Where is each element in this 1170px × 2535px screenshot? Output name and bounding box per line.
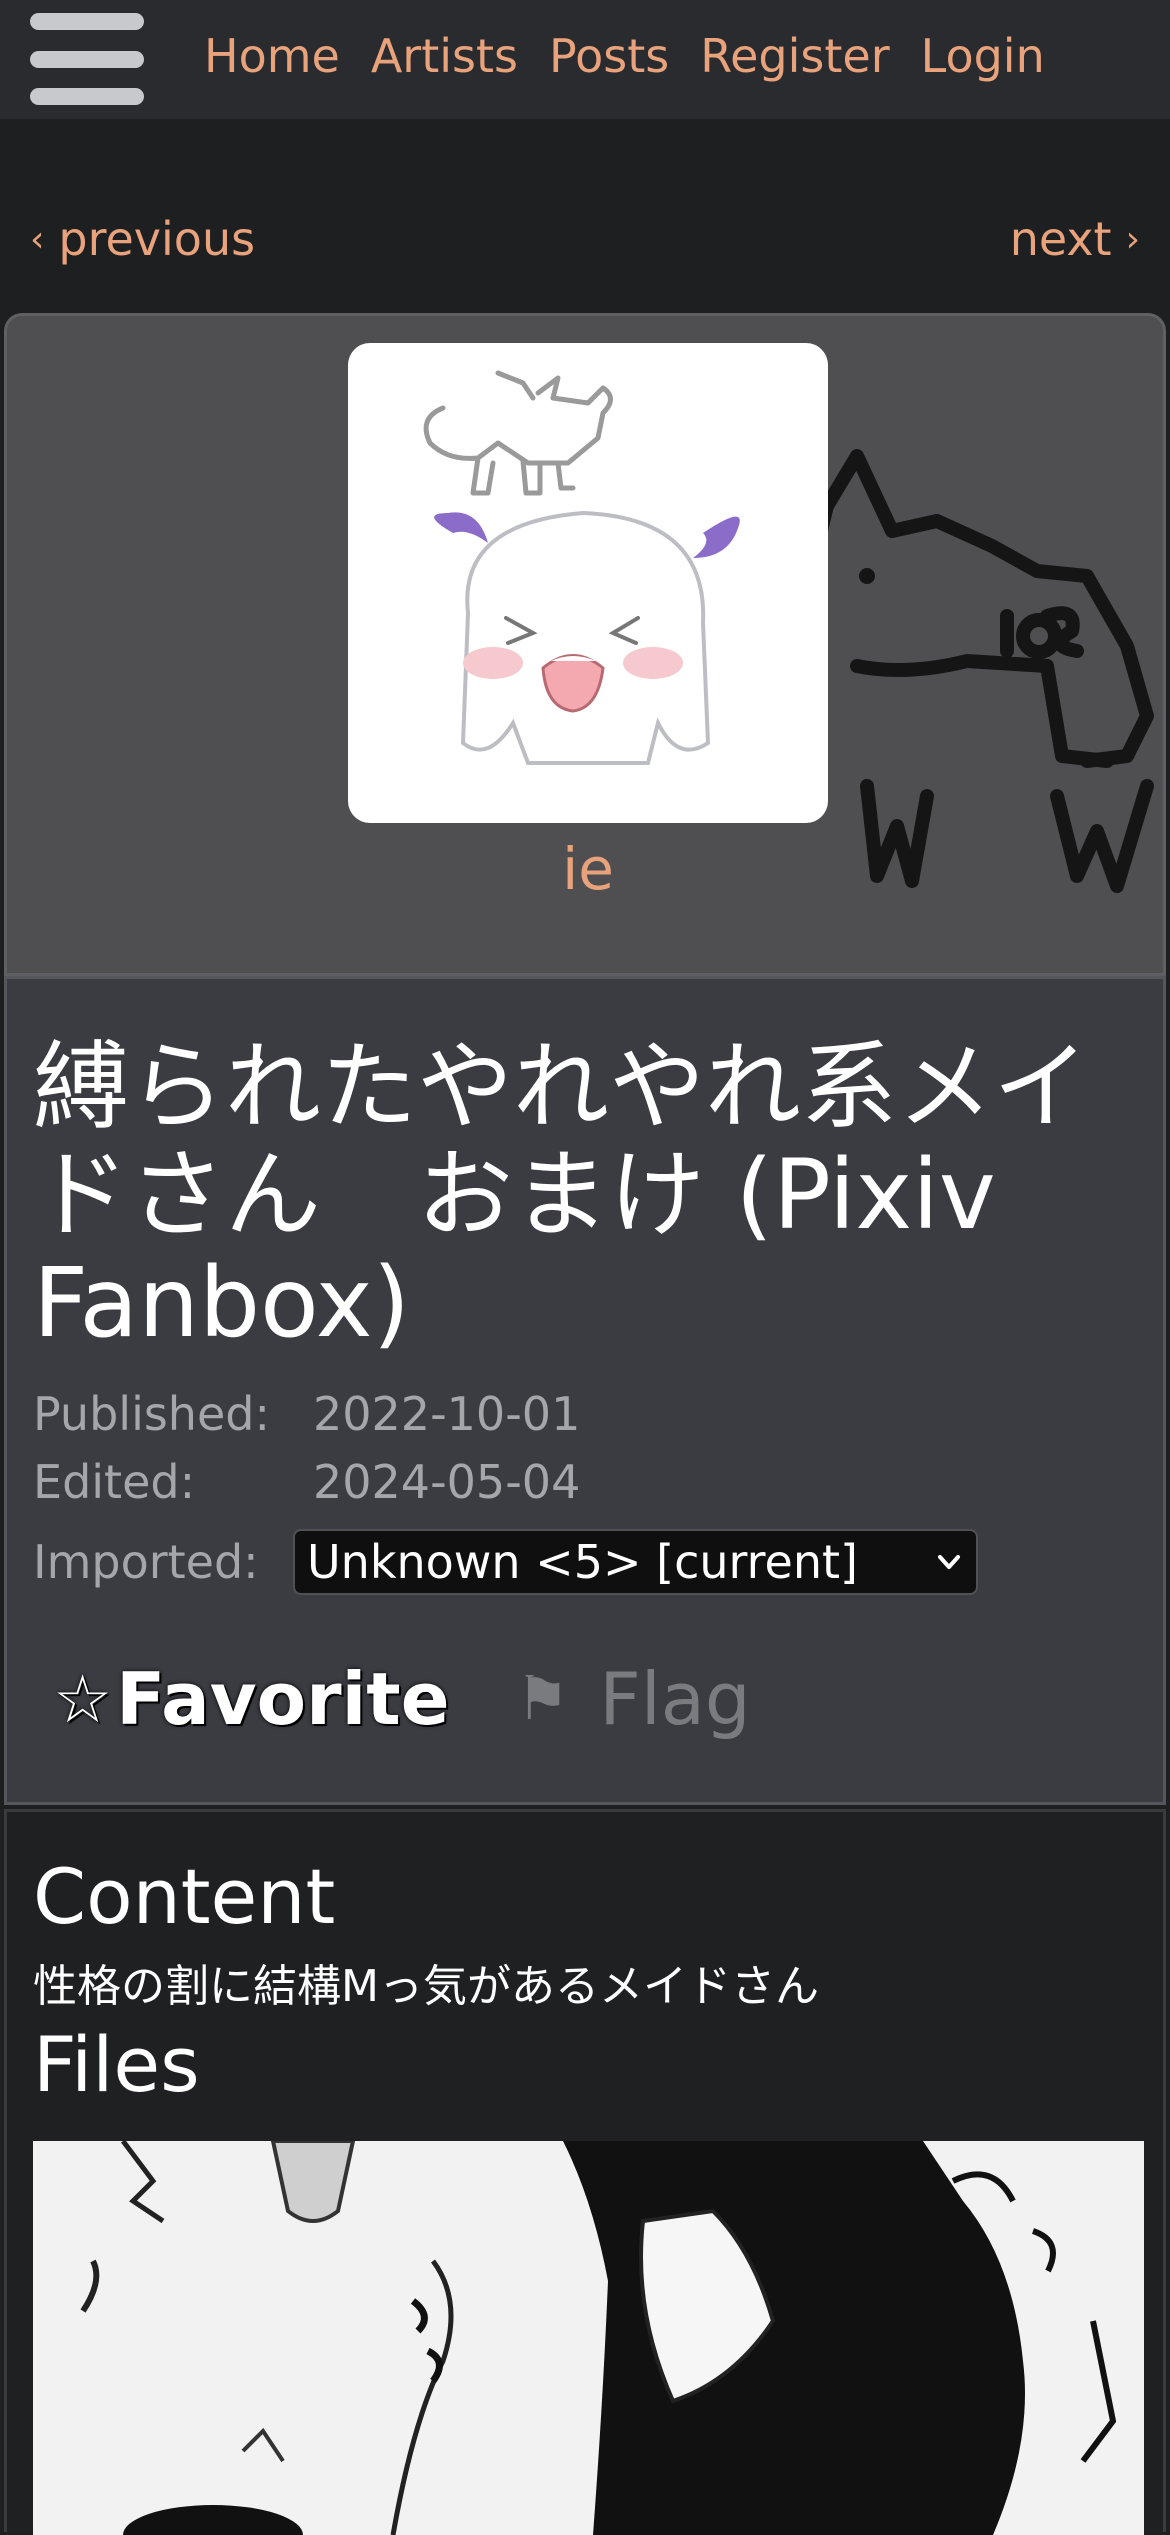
chevron-right-icon: › [1125,218,1140,260]
revision-select-value: Unknown <5> [current] [307,1535,858,1589]
published-date: 2022-10-01 [313,1387,581,1441]
post-actions: ☆ Favorite ⚑ Flag [53,1657,751,1741]
menu-icon[interactable] [30,13,144,105]
nav-links: Home Artists Posts Register Login [204,0,1045,112]
flag-icon: ⚑ [515,1664,570,1734]
artist-avatar-icon [423,370,740,765]
post-title: 縛られたやれやれ系メイドさん おまけ (Pixiv Fanbox) [33,1031,1089,1359]
chevron-left-icon: ‹ [30,218,45,260]
files-heading: Files [33,2020,200,2109]
imported-row: Imported: Unknown <5> [current] [33,1529,978,1595]
previous-link[interactable]: ‹ previous [30,212,255,266]
nav-artists-link[interactable]: Artists [371,29,518,83]
post-info: 縛られたやれやれ系メイドさん おまけ (Pixiv Fanbox) Publis… [4,976,1166,1805]
star-icon: ☆ [53,1660,113,1738]
flag-button[interactable]: ⚑ Flag [516,1657,751,1741]
post-content: Content 性格の割に結構Mっ気があるメイドさん Files [4,1809,1166,2535]
content-text: 性格の割に結構Mっ気があるメイドさん [33,1961,819,2012]
nav-posts-link[interactable]: Posts [549,29,669,83]
next-label: next [1009,212,1112,266]
next-link[interactable]: next › [1010,212,1140,266]
imported-label: Imported: [33,1535,259,1589]
nav-register-link[interactable]: Register [700,29,889,83]
published-row: Published: 2022-10-01 [33,1387,580,1441]
previous-label: previous [58,212,256,266]
nav-home-link[interactable]: Home [204,29,340,83]
edited-date: 2024-05-04 [313,1455,581,1509]
flag-label: Flag [599,1657,751,1741]
content-heading: Content [33,1852,336,1941]
revision-select[interactable]: Unknown <5> [current] [293,1529,978,1595]
published-label: Published: [33,1387,270,1441]
file-image-art [33,2141,1144,2535]
edited-label: Edited: [33,1455,196,1509]
artist-card: ie [4,313,1166,976]
favorite-label: Favorite [116,1657,450,1741]
post-pager: ‹ previous next › [0,200,1170,280]
file-image[interactable] [33,2141,1144,2535]
nav-login-link[interactable]: Login [921,29,1045,83]
artist-avatar[interactable] [348,343,828,823]
top-nav: Home Artists Posts Register Login [0,0,1170,119]
chevron-down-icon [938,1555,960,1569]
edited-row: Edited: 2024-05-04 [33,1455,580,1509]
favorite-button[interactable]: ☆ Favorite [53,1657,450,1741]
artist-name-link[interactable]: ie [7,835,1163,903]
